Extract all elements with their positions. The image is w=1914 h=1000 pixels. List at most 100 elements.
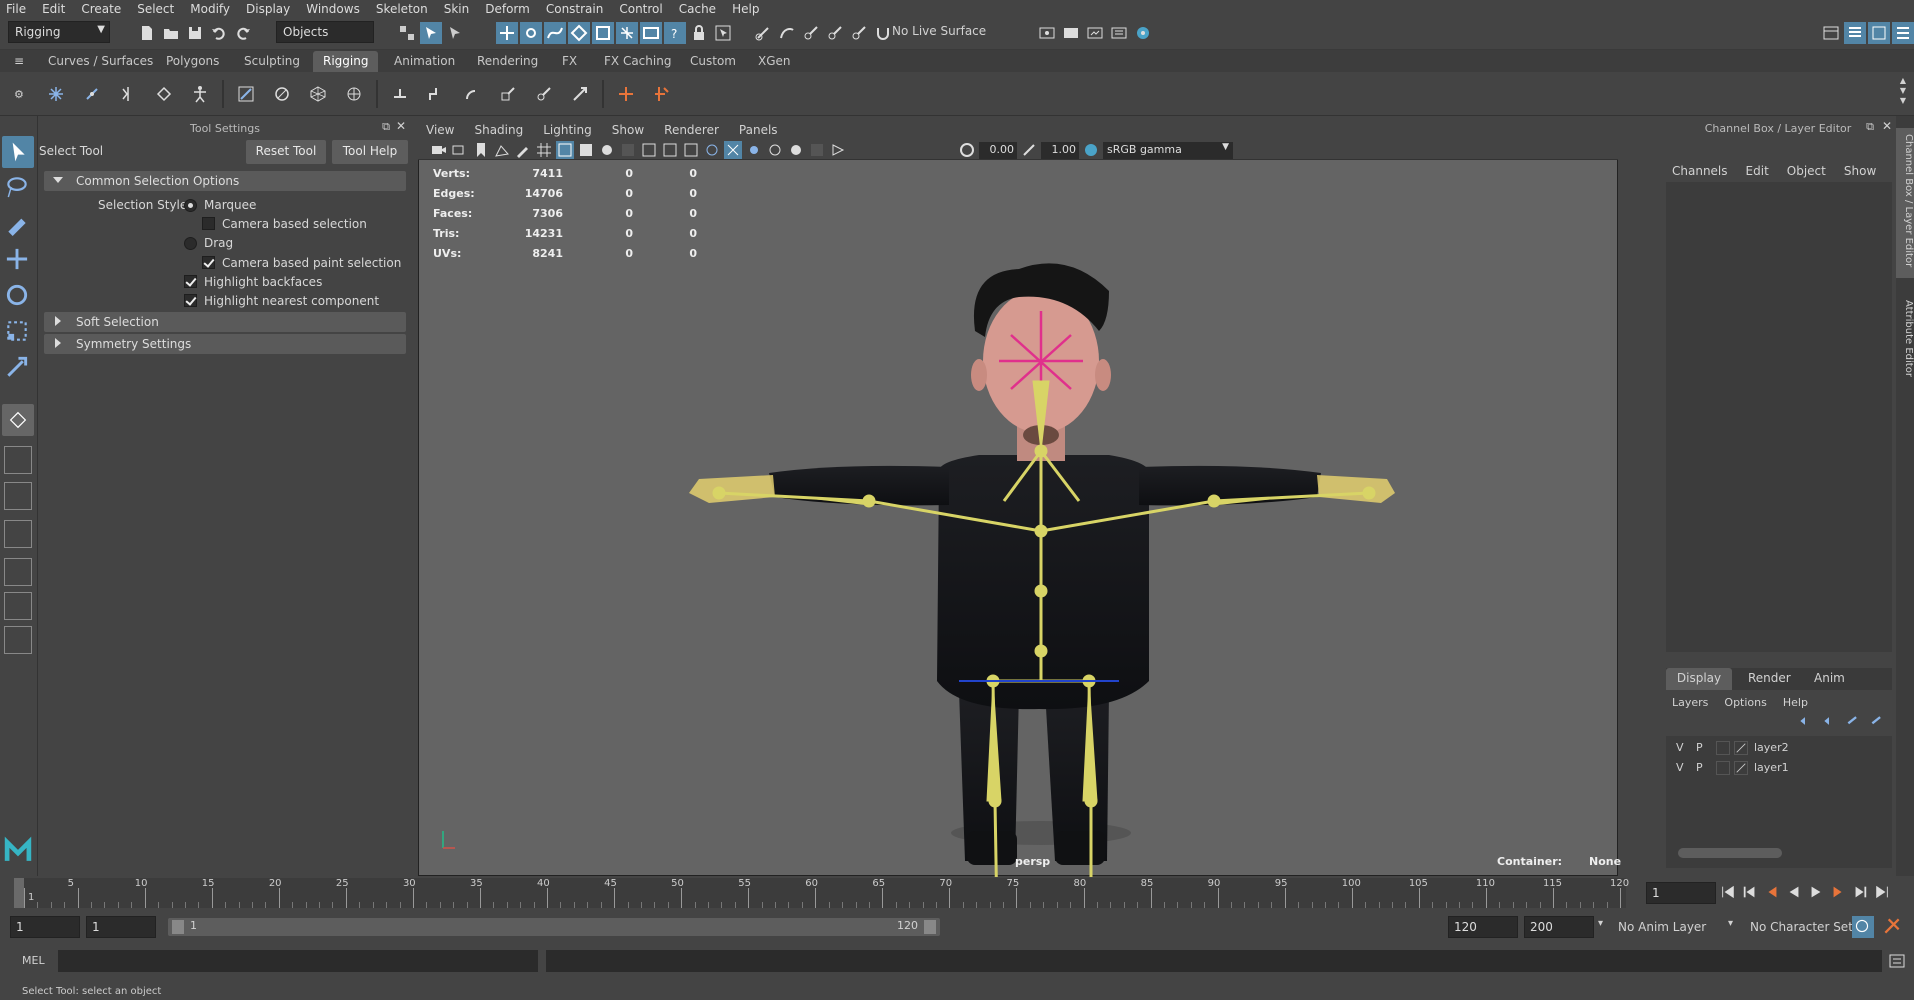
channel-list-area[interactable] [1666, 182, 1892, 652]
aim-constraint-icon[interactable] [530, 80, 558, 108]
float-panel-icon[interactable]: ⧉ [1866, 120, 1874, 134]
script-editor-icon[interactable] [1888, 952, 1906, 973]
playback-start-field[interactable]: 1 [86, 916, 156, 938]
move-layer-down-icon[interactable] [1822, 714, 1836, 731]
mask-dynamics-icon[interactable] [616, 22, 638, 44]
xray-icon[interactable] [682, 141, 700, 159]
new-empty-layer-icon[interactable] [1846, 714, 1860, 731]
step-back-key-icon[interactable] [1742, 884, 1758, 903]
gamma-icon[interactable] [1020, 141, 1038, 159]
grease-pencil-icon[interactable] [514, 141, 532, 159]
locator-icon[interactable] [612, 80, 640, 108]
scale-tool-icon[interactable] [4, 318, 30, 347]
snap-live-icon[interactable] [848, 22, 870, 44]
image-plane-icon[interactable] [493, 141, 511, 159]
character-set-dropdown[interactable]: No Character Set [1750, 920, 1853, 934]
snap-view-plane-icon[interactable] [824, 22, 846, 44]
move-tool-icon[interactable] [4, 246, 30, 275]
highlight-backfaces-checkbox[interactable] [184, 275, 197, 288]
menu-cache[interactable]: Cache [679, 2, 716, 16]
grid-icon[interactable] [535, 141, 553, 159]
open-scene-icon[interactable] [160, 22, 182, 44]
smooth-shade-icon[interactable] [577, 141, 595, 159]
time-ruler[interactable]: 1 5 10 15 20 25 30 35 40 45 50 55 60 65 70 75 80 85 90 95 10… [14, 878, 1629, 908]
select-object-icon[interactable] [420, 22, 442, 44]
persp-graph-layout-icon[interactable] [4, 520, 32, 548]
snap-curve-icon[interactable] [776, 22, 798, 44]
toggle-attribute-editor-icon[interactable] [1844, 22, 1866, 44]
menu-skin[interactable]: Skin [444, 2, 470, 16]
exposure-field[interactable]: 0.00 [979, 141, 1017, 159]
xray-joints-icon[interactable] [703, 141, 721, 159]
menu-edit[interactable]: Edit [42, 2, 65, 16]
chevron-down-icon[interactable]: ▾ [1598, 918, 1603, 929]
menu-windows[interactable]: Windows [306, 2, 360, 16]
lights-icon[interactable] [619, 141, 637, 159]
soft-selection-header[interactable]: Soft Selection [44, 312, 406, 332]
reset-tool-button[interactable]: Reset Tool [246, 140, 326, 164]
tab-xgen[interactable]: XGen [748, 51, 801, 72]
mask-misc-icon[interactable]: ? [664, 22, 686, 44]
snap-point-icon[interactable] [800, 22, 822, 44]
tab-fx-caching[interactable]: FX Caching [594, 51, 681, 72]
auto-key-icon[interactable] [1852, 916, 1874, 938]
go-to-end-icon[interactable] [1874, 884, 1890, 903]
camera-based-selection-checkbox[interactable] [202, 217, 215, 230]
layer-row[interactable]: V P layer2 [1672, 740, 1886, 758]
animation-start-field[interactable]: 1 [10, 916, 80, 938]
persp-outliner-layout-icon[interactable] [4, 482, 32, 510]
viewport-menu-panels[interactable]: Panels [739, 123, 778, 137]
render-settings-icon[interactable] [1036, 22, 1058, 44]
save-scene-icon[interactable] [184, 22, 206, 44]
menu-display[interactable]: Display [246, 2, 290, 16]
display-type-toggle[interactable] [1716, 741, 1730, 755]
redo-icon[interactable] [232, 22, 254, 44]
create-joint-icon[interactable] [42, 80, 70, 108]
anim-layer-dropdown[interactable]: No Anim Layer [1618, 920, 1706, 934]
selection-mode-dropdown[interactable]: Objects [276, 21, 374, 43]
layer-horizontal-scrollbar[interactable] [1678, 848, 1782, 858]
film-gate-icon[interactable] [829, 141, 847, 159]
close-icon[interactable]: ✕ [1882, 119, 1892, 133]
snap-magnet-icon[interactable] [872, 22, 894, 44]
workspace-icon[interactable] [1820, 22, 1842, 44]
range-start-handle[interactable] [172, 920, 184, 934]
step-forward-frame-icon[interactable] [1830, 884, 1846, 903]
drag-radio[interactable] [184, 237, 197, 250]
current-frame-field[interactable]: 1 [1646, 882, 1716, 904]
mask-deformations-icon[interactable] [592, 22, 614, 44]
shadows-icon[interactable] [640, 141, 658, 159]
paint-select-tool-icon[interactable] [4, 210, 30, 239]
help-menu[interactable]: Help [1783, 696, 1808, 709]
new-scene-icon[interactable] [136, 22, 158, 44]
rotate-tool-icon[interactable] [4, 282, 30, 311]
tool-help-button[interactable]: Tool Help [332, 140, 408, 164]
insert-joint-icon[interactable] [78, 80, 106, 108]
common-selection-options-header[interactable]: Common Selection Options [44, 171, 406, 191]
motion-blur-icon[interactable] [745, 141, 763, 159]
orient-joint-icon[interactable] [150, 80, 178, 108]
layer-color-icon[interactable] [1734, 741, 1748, 755]
layer-color-icon[interactable] [1734, 761, 1748, 775]
shelf-menu-icon[interactable]: ≡ [14, 54, 24, 68]
select-hierarchy-icon[interactable] [396, 22, 418, 44]
tab-anim[interactable]: Anim [1814, 671, 1845, 685]
symmetry-settings-header[interactable]: Symmetry Settings [44, 334, 406, 354]
menu-constrain[interactable]: Constrain [546, 2, 604, 16]
viewport-menu-show[interactable]: Show [612, 123, 644, 137]
ipr-render-icon[interactable] [1084, 22, 1106, 44]
visibility-toggle[interactable]: V [1676, 741, 1684, 754]
live-surface-field[interactable]: No Live Surface [892, 24, 986, 38]
highlight-nearest-checkbox[interactable] [184, 294, 197, 307]
snap-grid-icon[interactable] [752, 22, 774, 44]
antialiasing-icon[interactable] [766, 141, 784, 159]
dof-icon[interactable] [787, 141, 805, 159]
select-component-icon[interactable] [444, 22, 466, 44]
go-to-start-icon[interactable] [1720, 884, 1736, 903]
step-back-frame-icon[interactable] [1764, 884, 1780, 903]
viewport-menu-lighting[interactable]: Lighting [543, 123, 592, 137]
custom-layout-icon[interactable] [4, 626, 32, 654]
isolate-icon[interactable] [661, 141, 679, 159]
tab-attribute-editor[interactable]: Attribute Editor [1896, 296, 1914, 406]
hik-icon[interactable] [648, 80, 676, 108]
